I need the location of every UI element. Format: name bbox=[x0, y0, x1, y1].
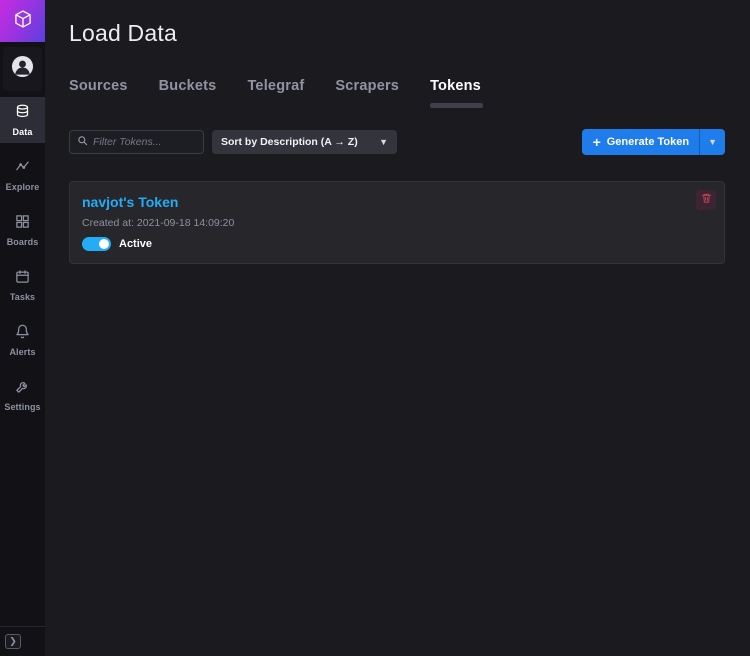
token-active-toggle[interactable] bbox=[82, 237, 111, 251]
tab-buckets[interactable]: Buckets bbox=[159, 78, 217, 108]
collapse-expander-icon[interactable]: ❯ bbox=[5, 634, 21, 649]
sidebar-item-tasks[interactable]: Tasks bbox=[0, 262, 45, 308]
page-title: Load Data bbox=[69, 20, 177, 46]
influxdb-logo[interactable] bbox=[0, 0, 45, 42]
sidebar-item-explore[interactable]: Explore bbox=[0, 152, 45, 198]
delete-token-button[interactable] bbox=[696, 190, 716, 210]
tab-telegraf[interactable]: Telegraf bbox=[247, 78, 304, 108]
graph-icon bbox=[15, 159, 30, 179]
load-data-tabs: Sources Buckets Telegraf Scrapers Tokens bbox=[69, 78, 725, 108]
calendar-icon bbox=[15, 269, 30, 289]
plus-icon: + bbox=[592, 134, 601, 150]
sidebar-item-label: Explore bbox=[5, 182, 40, 192]
wrench-icon bbox=[15, 379, 30, 399]
user-avatar[interactable] bbox=[3, 47, 42, 91]
filter-tokens-box bbox=[69, 130, 204, 154]
dashboards-icon bbox=[15, 214, 30, 234]
tab-sources[interactable]: Sources bbox=[69, 78, 128, 108]
token-status-row: Active bbox=[82, 237, 712, 251]
tokens-toolbar: Sort by Description (A → Z) ▼ + Generate… bbox=[69, 129, 725, 155]
toggle-knob bbox=[99, 239, 109, 249]
generate-token-caret[interactable]: ▼ bbox=[699, 129, 725, 155]
trash-icon bbox=[701, 191, 712, 209]
sidebar-item-boards[interactable]: Boards bbox=[0, 207, 45, 253]
sidebar-item-alerts[interactable]: Alerts bbox=[0, 317, 45, 363]
avatar-icon bbox=[11, 55, 34, 83]
active-tab-indicator bbox=[430, 103, 483, 108]
token-created-at: Created at: 2021-09-18 14:09:20 bbox=[82, 217, 235, 229]
sidebar: Data Explore Boards Tasks Alerts Setting… bbox=[0, 0, 45, 656]
token-name-link[interactable]: navjot's Token bbox=[82, 194, 178, 210]
database-icon bbox=[15, 104, 30, 124]
chevron-down-icon: ▼ bbox=[708, 137, 717, 147]
chevron-down-icon: ▼ bbox=[379, 137, 388, 147]
token-card: navjot's Token Created at: 2021-09-18 14… bbox=[69, 181, 725, 264]
influxdb-cube-icon bbox=[13, 9, 33, 34]
sidebar-item-label: Data bbox=[12, 127, 33, 137]
main-content: Load Data Sources Buckets Telegraf Scrap… bbox=[45, 0, 750, 656]
bell-icon bbox=[15, 324, 30, 344]
sidebar-footer: ❯ bbox=[0, 626, 45, 656]
filter-tokens-input[interactable] bbox=[93, 136, 196, 148]
sidebar-item-settings[interactable]: Settings bbox=[0, 372, 45, 418]
generate-token-label: Generate Token bbox=[606, 136, 690, 148]
tab-scrapers[interactable]: Scrapers bbox=[335, 78, 399, 108]
sidebar-item-data[interactable]: Data bbox=[0, 97, 45, 143]
sort-dropdown[interactable]: Sort by Description (A → Z) ▼ bbox=[212, 130, 397, 154]
sidebar-item-label: Settings bbox=[4, 402, 41, 412]
sort-dropdown-label: Sort by Description (A → Z) bbox=[221, 136, 358, 148]
token-status-label: Active bbox=[119, 238, 153, 250]
sidebar-item-label: Alerts bbox=[9, 347, 36, 357]
generate-token-button[interactable]: + Generate Token ▼ bbox=[581, 129, 725, 155]
search-icon bbox=[77, 133, 88, 151]
tab-tokens[interactable]: Tokens bbox=[430, 78, 483, 108]
sidebar-item-label: Boards bbox=[6, 237, 39, 247]
sidebar-item-label: Tasks bbox=[9, 292, 36, 302]
